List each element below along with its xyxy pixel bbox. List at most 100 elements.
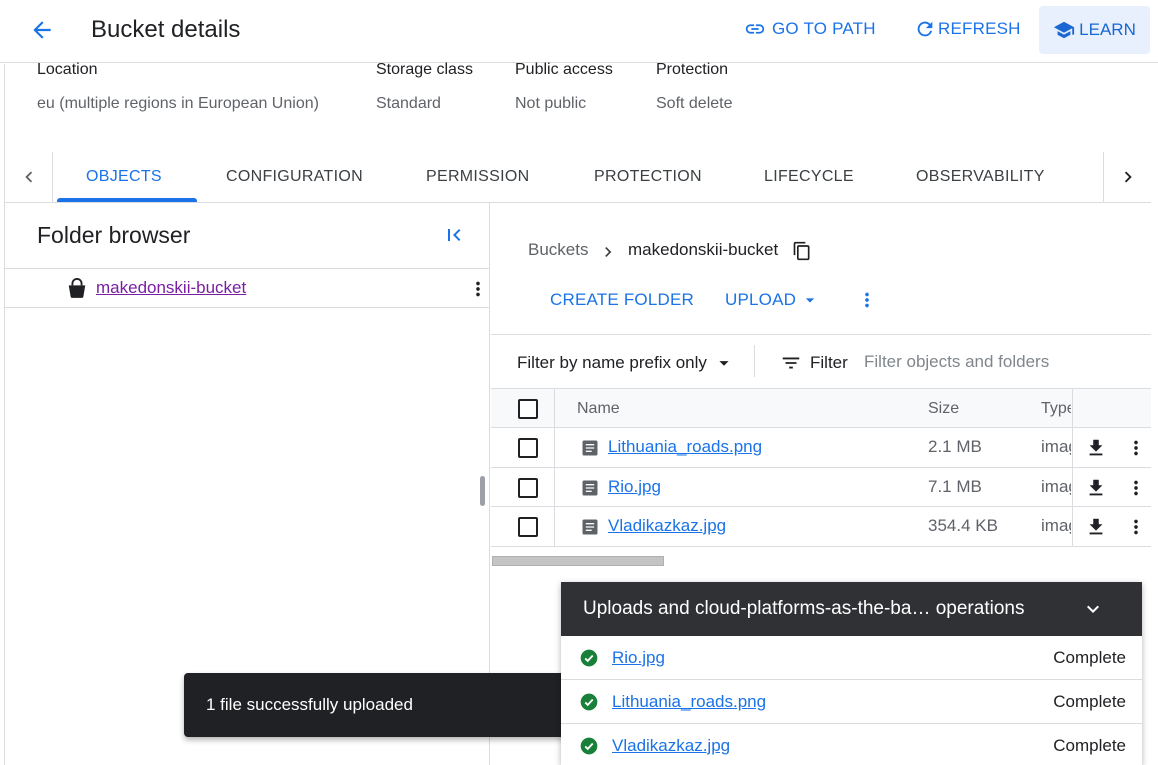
page-header: Bucket details GO TO PATH REFRESH LEARN	[0, 0, 1158, 63]
column-divider	[554, 428, 555, 467]
column-divider	[1072, 467, 1073, 506]
refresh-icon	[917, 21, 933, 37]
upload-item-link[interactable]: Rio.jpg	[612, 648, 665, 668]
file-icon	[582, 519, 598, 535]
learn-button[interactable]: LEARN	[1039, 6, 1150, 54]
back-button[interactable]	[26, 14, 58, 46]
panel-resize-handle[interactable]	[480, 476, 485, 506]
public-access-info: Public access Not public	[515, 61, 613, 113]
tab-permission[interactable]: PERMISSION	[426, 168, 529, 186]
table-row: Vladikazkaz.jpg 354.4 KB image/jpeg	[491, 507, 1151, 547]
filter-label-text: Filter	[810, 353, 848, 372]
collapse-panel-button[interactable]	[442, 223, 466, 252]
download-icon[interactable]	[1085, 516, 1107, 538]
refresh-label: REFRESH	[938, 19, 1021, 38]
download-icon[interactable]	[1085, 437, 1107, 459]
breadcrumb-buckets-link[interactable]: Buckets	[528, 240, 588, 260]
learn-label: LEARN	[1079, 20, 1136, 39]
upload-button[interactable]: UPLOAD	[725, 290, 820, 310]
more-vert-icon[interactable]	[1125, 516, 1147, 538]
check-circle-icon	[580, 649, 598, 667]
column-divider	[554, 467, 555, 506]
more-actions-icon[interactable]	[856, 289, 878, 311]
public-access-label: Public access	[515, 61, 613, 78]
go-to-path-label: GO TO PATH	[772, 19, 876, 38]
breadcrumb-bucket: makedonskii-bucket	[628, 240, 779, 259]
protection-value: Soft delete	[656, 95, 733, 112]
upload-item-status: Complete	[1053, 692, 1126, 711]
check-circle-icon	[580, 693, 598, 711]
column-divider	[1072, 507, 1073, 546]
arrow-drop-down-icon	[719, 361, 729, 366]
column-divider	[554, 507, 555, 546]
column-header-name[interactable]: Name	[577, 400, 620, 418]
more-vert-icon[interactable]	[1125, 437, 1147, 459]
upload-item: Lithuania_roads.png Complete	[561, 680, 1142, 724]
location-value: eu (multiple regions in European Union)	[37, 95, 319, 112]
chevron-left-icon	[24, 171, 32, 183]
upload-item-status: Complete	[1053, 736, 1126, 755]
row-checkbox[interactable]	[518, 438, 538, 458]
file-size: 354.4 KB	[928, 516, 998, 535]
breadcrumb-chevron-icon	[605, 247, 612, 257]
first-page-icon	[448, 229, 461, 241]
location-info: Location eu (multiple regions in Europea…	[37, 61, 319, 113]
folder-browser-title: Folder browser	[37, 222, 191, 248]
file-size: 2.1 MB	[928, 437, 982, 456]
uploads-panel-header[interactable]: Uploads and cloud-platforms-as-the-ba… o…	[561, 582, 1142, 636]
row-checkbox[interactable]	[518, 517, 538, 537]
folder-tree-item[interactable]: makedonskii-bucket	[5, 268, 490, 308]
table-row: Lithuania_roads.png 2.1 MB image/png	[491, 428, 1151, 468]
filter-input[interactable]	[864, 349, 1144, 375]
select-all-checkbox[interactable]	[518, 399, 538, 419]
filter-mode-select[interactable]: Filter by name prefix only	[517, 352, 735, 374]
uploads-panel: Uploads and cloud-platforms-as-the-ba… o…	[561, 582, 1142, 765]
column-header-type[interactable]: Type	[1041, 400, 1071, 418]
more-vert-icon[interactable]	[1125, 477, 1147, 499]
upload-item-link[interactable]: Vladikazkaz.jpg	[612, 736, 730, 756]
folder-tree-bucket-link[interactable]: makedonskii-bucket	[96, 278, 246, 298]
column-divider	[1072, 428, 1073, 467]
file-size: 7.1 MB	[928, 476, 982, 496]
location-label: Location	[37, 61, 98, 78]
snackbar-message: 1 file successfully uploaded	[184, 673, 574, 737]
tab-objects[interactable]: OBJECTS	[86, 168, 162, 186]
tabs-scroll-right-button[interactable]	[1103, 152, 1151, 202]
tab-observability[interactable]: OBSERVABILITY	[916, 168, 1045, 186]
create-folder-label: CREATE FOLDER	[550, 290, 694, 309]
scrollbar-thumb[interactable]	[492, 556, 664, 566]
upload-item-status: Complete	[1053, 648, 1126, 667]
refresh-button[interactable]: REFRESH	[914, 18, 1021, 40]
arrow-drop-down-icon	[805, 298, 815, 303]
tab-lifecycle[interactable]: LIFECYCLE	[764, 168, 854, 186]
row-checkbox[interactable]	[518, 477, 538, 498]
more-vert-icon[interactable]	[467, 278, 489, 300]
protection-info: Protection Soft delete	[656, 61, 733, 113]
file-name-link[interactable]: Lithuania_roads.png	[608, 437, 762, 457]
public-access-value: Not public	[515, 95, 587, 112]
go-to-path-button[interactable]: GO TO PATH	[744, 18, 876, 40]
create-folder-button[interactable]: CREATE FOLDER	[550, 290, 694, 310]
protection-label: Protection	[656, 61, 729, 78]
uploads-panel-title: Uploads and cloud-platforms-as-the-ba… o…	[583, 598, 1025, 619]
column-divider	[554, 389, 555, 427]
expand-more-icon[interactable]	[1081, 597, 1105, 621]
page-title: Bucket details	[91, 16, 241, 43]
download-icon[interactable]	[1085, 477, 1107, 499]
file-type: image/png	[1041, 437, 1071, 456]
table-row: Rio.jpg 7.1 MB image/jpeg	[491, 467, 1151, 507]
file-type: image/jpeg	[1041, 476, 1071, 496]
tab-configuration[interactable]: CONFIGURATION	[226, 168, 363, 186]
filter-list-icon	[782, 357, 800, 369]
file-type: image/jpeg	[1041, 516, 1071, 535]
file-name-link[interactable]: Rio.jpg	[608, 477, 661, 497]
file-name-link[interactable]: Vladikazkaz.jpg	[608, 516, 726, 536]
tabs-scroll-left-button[interactable]	[5, 152, 53, 202]
copy-icon[interactable]	[792, 241, 812, 261]
tab-protection[interactable]: PROTECTION	[594, 168, 702, 186]
upload-item-link[interactable]: Lithuania_roads.png	[612, 692, 766, 712]
table-horizontal-scrollbar[interactable]	[491, 556, 1151, 566]
upload-item: Vladikazkaz.jpg Complete	[561, 724, 1142, 765]
file-icon	[582, 480, 598, 495]
column-header-size[interactable]: Size	[928, 400, 959, 418]
